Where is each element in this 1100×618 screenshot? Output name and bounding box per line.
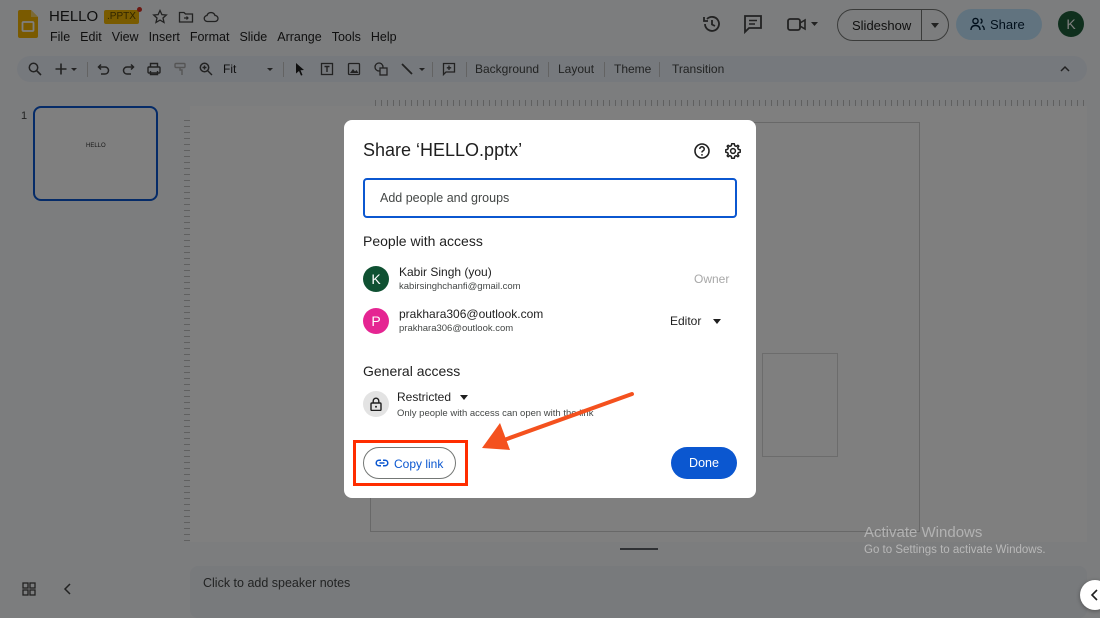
gear-icon[interactable] [724, 142, 742, 160]
help-icon[interactable] [693, 142, 711, 160]
annotation-highlight-box [353, 440, 468, 486]
owner-role-label: Owner [694, 272, 730, 286]
activate-windows-subtitle: Go to Settings to activate Windows. [864, 544, 1046, 556]
dialog-title: Share ‘HELLO.pptx’ [363, 140, 523, 160]
chevron-down-icon [460, 395, 468, 400]
done-button[interactable]: Done [671, 447, 737, 479]
people-with-access-heading: People with access [363, 233, 483, 249]
role-dropdown[interactable]: Editor [670, 314, 721, 328]
person-name: prakhara306@outlook.com [399, 307, 544, 321]
role-dropdown-label: Editor [670, 314, 702, 328]
person-name: Kabir Singh (you) [399, 265, 492, 279]
person-email: kabirsinghchanfi@gmail.com [399, 281, 521, 292]
add-people-input[interactable] [363, 178, 737, 218]
general-access-label: Restricted [397, 390, 452, 404]
lock-badge [363, 391, 389, 417]
lock-icon [370, 397, 382, 411]
activate-windows-title: Activate Windows [864, 524, 983, 541]
general-access-dropdown[interactable]: Restricted [397, 390, 468, 404]
avatar: P [363, 308, 389, 334]
chevron-left-icon [1090, 589, 1098, 601]
annotation-arrow-icon [482, 392, 634, 450]
general-access-heading: General access [363, 363, 461, 379]
person-email: prakhara306@outlook.com [399, 323, 514, 334]
avatar: K [363, 266, 389, 292]
chevron-down-icon [713, 319, 721, 324]
